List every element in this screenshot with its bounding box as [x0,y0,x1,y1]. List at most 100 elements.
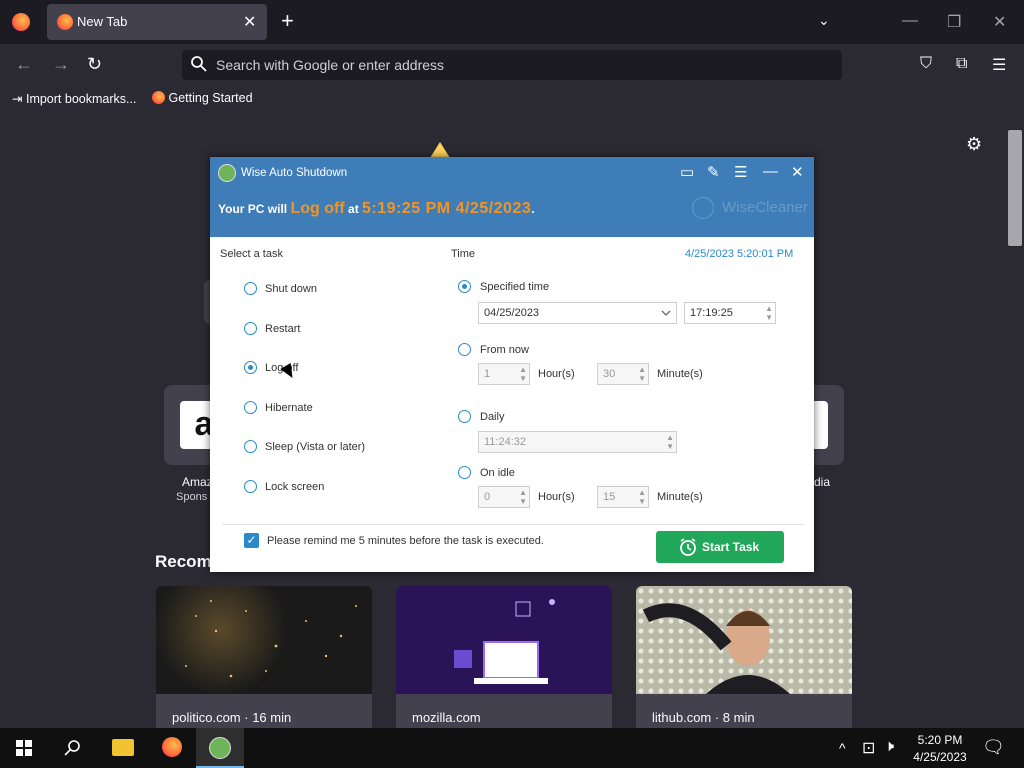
minimize-window-icon[interactable]: — [902,12,918,30]
task-label: Restart [265,323,301,335]
tab-title: New Tab [77,14,128,29]
date-value: 04/25/2023 [484,307,540,319]
menu-icon[interactable]: ☰ [734,163,747,181]
import-icon: ⇥ [12,92,23,106]
date-dropdown[interactable]: 04/25/2023 [478,302,677,324]
back-icon[interactable]: ← [15,54,33,75]
clock-time[interactable]: 5:20 PM [905,733,975,747]
shortcut-label: Amaz [182,475,213,489]
spin-arrows-icon[interactable]: ▲ ▼ [638,488,646,506]
time-stepper[interactable]: 17:19:25 ▲ ▼ [684,302,776,324]
dialog-header: Wise Auto Shutdown ▭ ✎ ☰ — ✕ Your PC wil… [210,157,814,237]
spin-arrows-icon[interactable]: ▲ ▼ [519,365,527,383]
story-card[interactable]: lithub.com · 8 min [636,586,852,736]
task-label: Sleep (Vista or later) [265,441,366,453]
extensions-icon[interactable]: ⧉ [956,55,967,73]
alarm-clock-icon [680,538,696,556]
spin-arrows-icon[interactable]: ▲ ▼ [519,488,527,506]
edit-icon[interactable]: ✎ [707,163,720,181]
list-all-tabs-icon[interactable]: ⌄ [818,12,830,29]
search-icon[interactable] [64,739,82,757]
minutes-value: 30 [603,368,616,380]
select-task-label: Select a task [220,248,283,260]
hours-value: 0 [484,491,491,503]
start-task-label: Start Task [702,540,760,554]
brand-name: WiseCleaner [722,199,808,216]
reload-icon[interactable]: ↻ [87,54,102,75]
status-suffix: . [531,202,535,216]
wise-auto-shutdown-taskbar-button[interactable] [196,728,244,768]
restore-window-icon[interactable]: ❐ [947,12,961,32]
url-input[interactable]: Search with Google or enter address [216,57,444,73]
from-now-hours-stepper[interactable]: 1 ▲ ▼ [478,363,530,385]
tab-new-tab[interactable]: New Tab ✕ [47,4,267,40]
gear-icon[interactable]: ⚙ [966,134,982,155]
story-image [636,586,852,694]
task-label: Lock screen [265,481,325,493]
pocket-icon[interactable]: ⛉ [920,55,932,73]
minimize-icon[interactable]: — [763,163,778,180]
windows-start-icon[interactable] [16,740,32,756]
status-line: Your PC will Log off at 5:19:25 PM 4/25/… [218,200,535,218]
close-window-icon[interactable]: ✕ [993,12,1006,32]
windows-taskbar: ^ ⊡ 🕨 5:20 PM 4/25/2023 🗨 [0,728,1024,768]
radio-button[interactable] [244,282,257,295]
clock-date[interactable]: 4/25/2023 [905,750,975,764]
volume-muted-icon[interactable]: 🕨 [884,738,894,756]
minutes-value: 15 [603,491,616,503]
app-menu-icon[interactable]: ☰ [992,55,1006,75]
bookmark-getting-started[interactable]: Getting Started [152,91,253,105]
radio-button[interactable] [458,410,471,423]
from-now-minutes-stepper[interactable]: 30 ▲ ▼ [597,363,649,385]
firefox-taskbar-icon[interactable] [162,737,182,757]
radio-button-selected[interactable] [458,280,471,293]
tab-bar: New Tab ✕ + ⌄ — ❐ ✕ [0,0,1024,44]
story-card[interactable]: mozilla.com [396,586,612,736]
url-bar[interactable]: Search with Google or enter address [182,50,842,80]
tab-close-icon[interactable]: ✕ [243,12,256,32]
forward-icon[interactable]: → [52,54,70,75]
shortcut-label: dia [814,475,831,489]
idle-hours-stepper[interactable]: 0 ▲ ▼ [478,486,530,508]
radio-button[interactable] [244,480,257,493]
network-icon[interactable]: ⊡ [862,738,875,758]
idle-minutes-stepper[interactable]: 15 ▲ ▼ [597,486,649,508]
show-hidden-icons-icon[interactable]: ^ [839,740,846,756]
story-card[interactable]: politico.com · 16 min [156,586,372,736]
file-explorer-icon[interactable] [112,739,134,756]
feedback-icon[interactable]: ▭ [680,163,694,181]
close-icon[interactable]: ✕ [791,163,804,181]
wise-auto-shutdown-window: Wise Auto Shutdown ▭ ✎ ☰ — ✕ Your PC wil… [210,157,814,572]
chevron-down-icon [661,310,671,316]
radio-button[interactable] [458,466,471,479]
app-logo-icon [209,737,231,759]
remind-checkbox[interactable]: ✓ [244,533,259,548]
daily-time-value: 11:24:32 [484,436,527,448]
option-label: Specified time [480,281,550,293]
spin-arrows-icon[interactable]: ▲ ▼ [638,365,646,383]
story-source: mozilla.com [412,710,481,725]
daily-time-stepper[interactable]: 11:24:32 ▲ ▼ [478,431,677,453]
story-image [156,586,372,694]
spin-arrows-icon[interactable]: ▲ ▼ [666,433,674,451]
notifications-icon[interactable]: 🗨 [982,737,1005,758]
radio-button[interactable] [458,343,471,356]
status-at: at [348,202,359,216]
start-task-button[interactable]: Start Task [656,531,784,563]
firefox-icon [152,91,165,104]
bookmark-import[interactable]: ⇥ Import bookmarks... [12,91,136,106]
spin-arrows-icon[interactable]: ▲ ▼ [765,304,773,322]
radio-button[interactable] [244,322,257,335]
firefox-logo-icon[interactable] [12,13,30,31]
app-logo-icon [218,164,236,182]
option-label: On idle [480,467,515,479]
hours-label: Hour(s) [538,491,575,503]
current-datetime: 4/25/2023 5:20:01 PM [685,248,794,260]
new-tab-button[interactable]: + [281,10,294,32]
radio-button[interactable] [244,440,257,453]
scrollbar-thumb[interactable] [1008,130,1022,246]
time-value: 17:19:25 [690,307,733,319]
minutes-label: Minute(s) [657,491,703,503]
radio-button-selected[interactable] [244,361,257,374]
radio-button[interactable] [244,401,257,414]
